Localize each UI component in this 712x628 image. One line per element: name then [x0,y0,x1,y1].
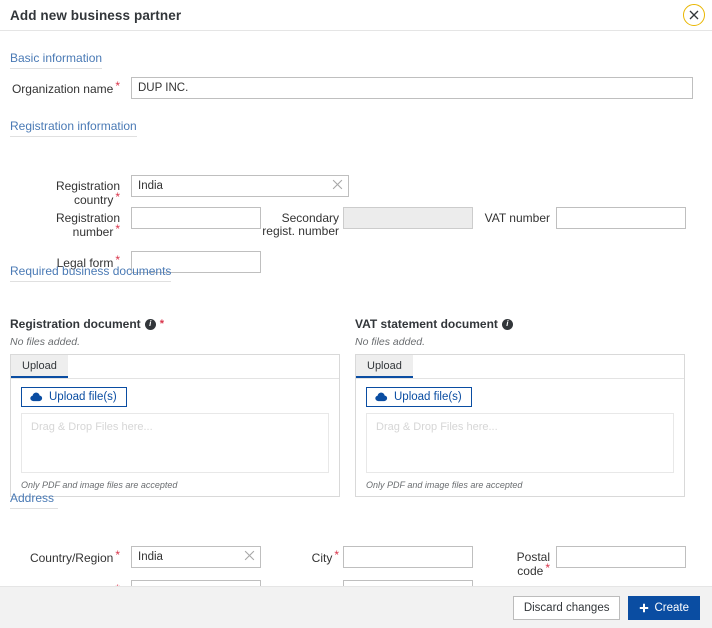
registration-country-combobox[interactable] [131,175,349,197]
secondary-regist-number-input [343,207,473,229]
required-marker: * [115,222,120,236]
upload-files-button-vat[interactable]: Upload file(s) [366,387,472,407]
plus-icon [640,603,649,612]
vat-number-input[interactable] [556,207,686,229]
section-title-basic: Basic information [10,51,103,69]
secondary-regist-number-label: Secondary regist. number [262,211,339,238]
dialog-title: Add new business partner [10,7,182,23]
tabbar-filler [413,355,684,378]
field-row-vat-number: VAT number [482,207,686,229]
field-row-city: City * [262,546,473,568]
section-title-documents: Required business documents [10,264,172,282]
cloud-upload-icon [375,392,388,402]
vat-accepted-note: Only PDF and image files are accepted [366,480,523,490]
registration-accepted-note: Only PDF and image files are accepted [21,480,178,490]
upload-files-button-registration[interactable]: Upload file(s) [21,387,127,407]
dialog-header: Add new business partner [0,0,712,31]
street-label: Street* [10,580,120,586]
field-row-street: Street* [10,580,261,586]
upload-files-label: Upload file(s) [394,391,462,403]
country-region-input[interactable] [131,546,261,568]
section-title-registration: Registration information [10,119,137,137]
organization-name-input[interactable] [131,77,693,99]
city-label: City * [311,548,339,565]
create-button[interactable]: Create [628,595,700,620]
field-row-registration-number: Registration number * [10,207,261,239]
clear-icon[interactable] [244,550,255,561]
document-block-vat: VAT statement document i No files added.… [355,317,685,497]
dropzone-text: Drag & Drop Files here... [376,421,498,433]
section-title-address: Address [10,491,58,509]
street-input[interactable] [131,580,261,586]
postal-code-input[interactable] [556,546,686,568]
vat-upload-panel: Upload Upload file(s) Drag & Drop Files … [355,354,685,497]
vat-tabbar: Upload [356,355,684,379]
vat-number-label: VAT number [484,211,550,225]
vat-upload-body: Upload file(s) Drag & Drop Files here...… [356,379,684,496]
registration-no-files-text: No files added. [10,336,81,348]
registration-number-label: Registration number * [55,211,120,239]
registration-number-input[interactable] [131,207,261,229]
section-registration-information: Registration information [0,119,137,137]
field-row-secondary-regist-number: Secondary regist. number [262,207,473,238]
close-button[interactable] [683,4,705,26]
discard-changes-button[interactable]: Discard changes [512,595,621,620]
required-marker: * [115,548,120,562]
required-marker: * [115,190,120,204]
registration-document-header: Registration document i * [10,317,164,331]
section-required-business-documents: Required business documents [0,264,172,282]
field-row-house-number: House number* [262,580,473,586]
registration-upload-panel: Upload Upload file(s) Drag & Drop Files … [10,354,340,497]
registration-country-input[interactable] [131,175,349,197]
tabbar-filler [68,355,339,378]
required-marker: * [334,548,339,562]
house-number-input[interactable] [343,580,473,586]
required-marker: * [545,561,550,575]
cloud-upload-icon [30,392,43,402]
vat-no-files-text: No files added. [355,336,426,348]
dropzone-vat[interactable]: Drag & Drop Files here... [366,413,674,473]
dropzone-text: Drag & Drop Files here... [31,421,153,433]
create-button-label: Create [654,601,689,614]
country-region-combobox[interactable] [131,546,261,568]
required-marker: * [115,79,120,93]
document-block-registration: Registration document i * No files added… [10,317,340,497]
add-business-partner-dialog: Add new business partner Basic informati… [0,0,712,628]
postal-code-label: Postal code * [516,550,550,578]
field-row-postal-code: Postal code * [482,546,686,578]
house-number-label: House number* [262,580,339,587]
registration-tabbar: Upload [11,355,339,379]
info-icon[interactable]: i [144,318,156,330]
dialog-footer: Discard changes Create [0,586,712,628]
field-row-registration-country: Registration country * [10,175,349,207]
upload-files-label: Upload file(s) [49,391,117,403]
city-input[interactable] [343,546,473,568]
country-region-label: Country/Region * [29,548,120,565]
clear-icon[interactable] [332,179,343,190]
close-icon [689,10,699,20]
required-marker: * [159,318,164,330]
registration-country-label: Registration country * [55,179,120,207]
section-address: Address [0,491,58,509]
section-basic-information: Basic information [0,51,103,69]
dropzone-registration[interactable]: Drag & Drop Files here... [21,413,329,473]
info-icon[interactable]: i [501,318,513,330]
tab-upload-vat[interactable]: Upload [356,355,413,378]
organization-name-label: Organization name * [11,79,120,96]
required-marker: * [115,582,120,586]
registration-upload-body: Upload file(s) Drag & Drop Files here...… [11,379,339,496]
tab-upload-registration[interactable]: Upload [11,355,68,378]
vat-document-header: VAT statement document i [355,317,685,331]
field-row-country-region: Country/Region * [10,546,261,568]
field-row-organization-name: Organization name * [10,77,693,99]
dialog-content: Basic information Organization name* Reg… [0,31,712,586]
